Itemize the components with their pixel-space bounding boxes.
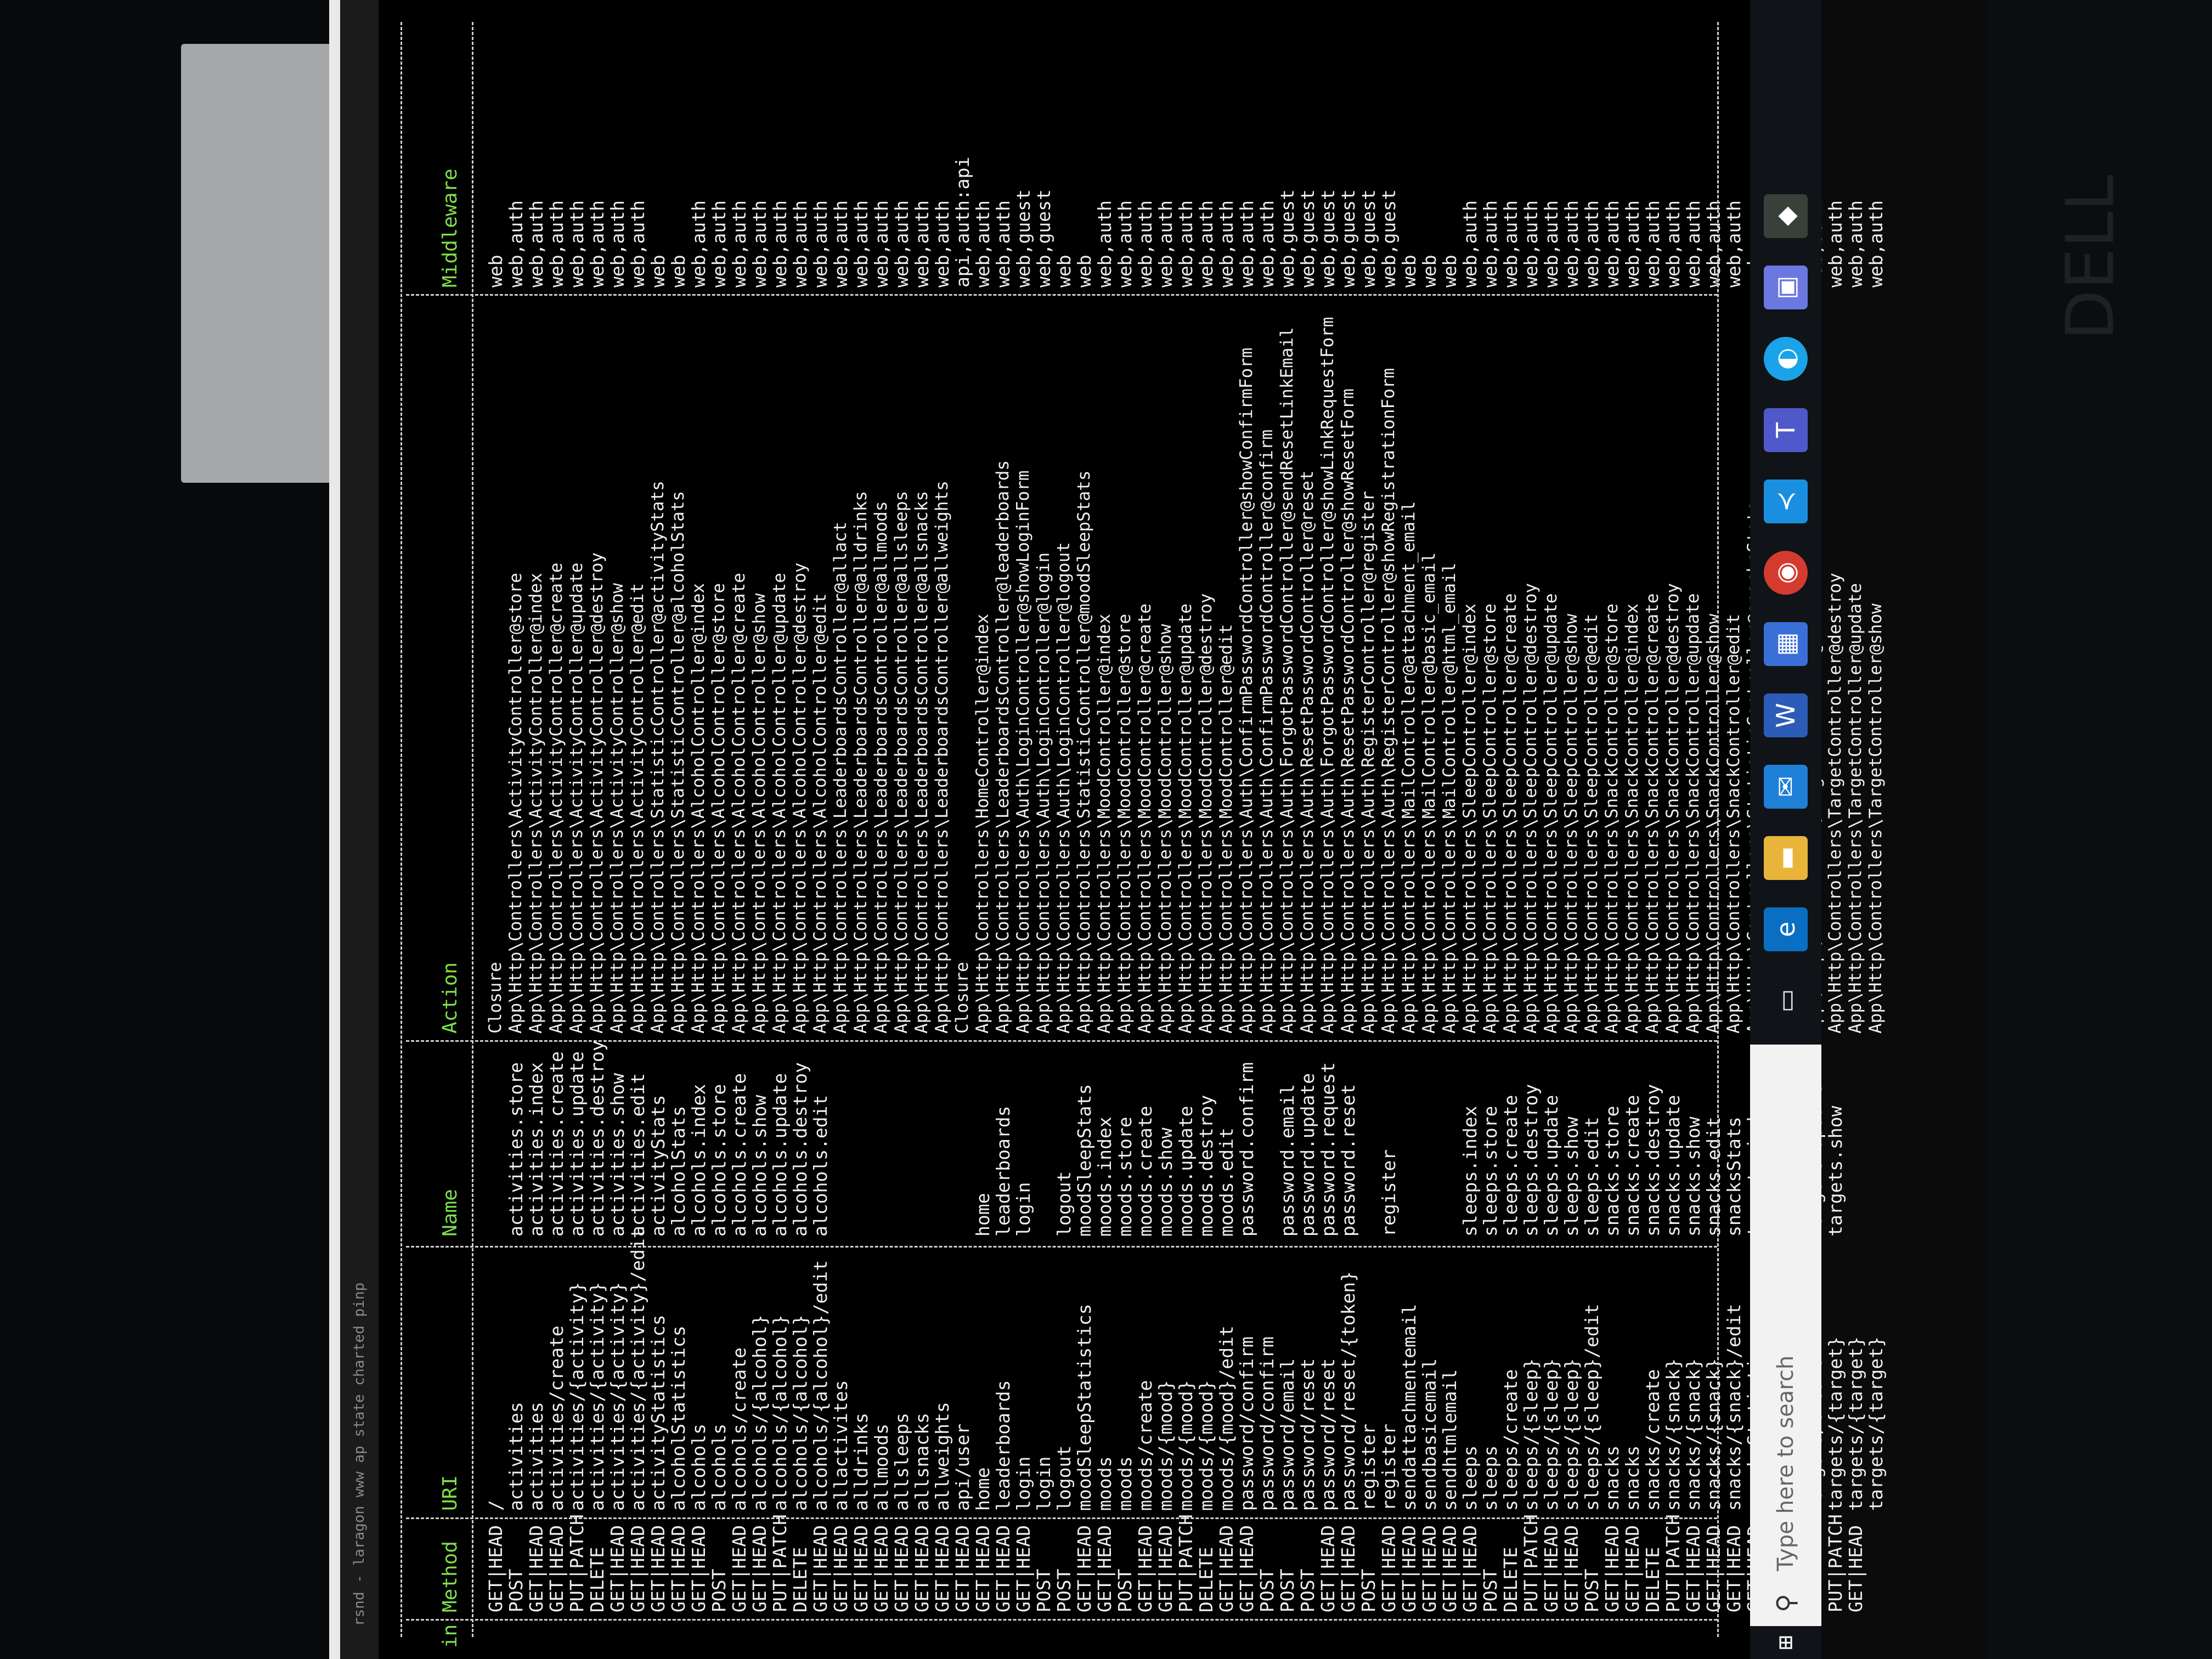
- column-separator: [406, 1619, 1717, 1621]
- word-icon[interactable]: W: [1764, 693, 1808, 737]
- vscode-icon[interactable]: ≺: [1764, 479, 1808, 523]
- header-domain: in: [439, 1624, 461, 1648]
- header-middleware: Middleware: [439, 168, 461, 287]
- table-border-header: [472, 22, 473, 1637]
- table-border-top: [400, 22, 402, 1637]
- chrome-icon[interactable]: ◉: [1764, 551, 1808, 595]
- file-explorer-icon[interactable]: ▬: [1764, 836, 1808, 880]
- name-column: activities.store activities.index activi…: [505, 1040, 1846, 1237]
- browser-icon[interactable]: ◐: [1764, 337, 1808, 381]
- table-border-bottom: [1717, 22, 1719, 1637]
- edge-icon[interactable]: e: [1764, 907, 1808, 951]
- header-uri: URI: [439, 1475, 461, 1511]
- header-action: Action: [439, 962, 461, 1034]
- task-view-icon[interactable]: ▭: [1764, 979, 1808, 1023]
- header-method: Method: [439, 1541, 461, 1612]
- notes-icon[interactable]: ▣: [1764, 266, 1808, 309]
- header-name: Name: [439, 1189, 461, 1237]
- monitor-screen: rsnd - laragon www ap state charted pinp…: [340, 0, 1986, 1659]
- column-separator: [406, 294, 1717, 296]
- method-column: GET|HEAD POST GET|HEAD GET|HEAD PUT|PATC…: [485, 1514, 1866, 1612]
- middleware-column: web web,auth web,auth web,auth web,auth …: [485, 156, 1887, 287]
- search-placeholder: Type here to search: [1773, 1355, 1798, 1571]
- search-box[interactable]: ⚲ Type here to search: [1750, 1045, 1821, 1626]
- teams-icon[interactable]: T: [1764, 408, 1808, 452]
- terminal[interactable]: in Method URI Name Action Middleware GET…: [379, 0, 1887, 1659]
- window-title: rsnd - laragon www ap state charted pinp: [340, 0, 379, 1659]
- mail-icon[interactable]: ✉: [1764, 765, 1808, 809]
- action-column: Closure App\Http\Controllers\ActivityCon…: [486, 317, 1886, 1034]
- monitor-logo: DELL: [2052, 174, 2129, 341]
- app-icon[interactable]: ◆: [1764, 194, 1808, 238]
- photo-background: rsnd - laragon www ap state charted pinp…: [0, 0, 2212, 1659]
- sticky-note: [181, 44, 335, 483]
- store-icon[interactable]: ▦: [1764, 622, 1808, 666]
- uri-column: / activities activities activities/creat…: [485, 1227, 1887, 1511]
- windows-icon[interactable]: ⊞: [1750, 1626, 1821, 1659]
- taskbar: ⊞ ⚲ Type here to search ▭ e ▬ ✉ W ▦ ◉ ≺ …: [1750, 0, 1821, 1659]
- search-icon: ⚲: [1771, 1594, 1801, 1612]
